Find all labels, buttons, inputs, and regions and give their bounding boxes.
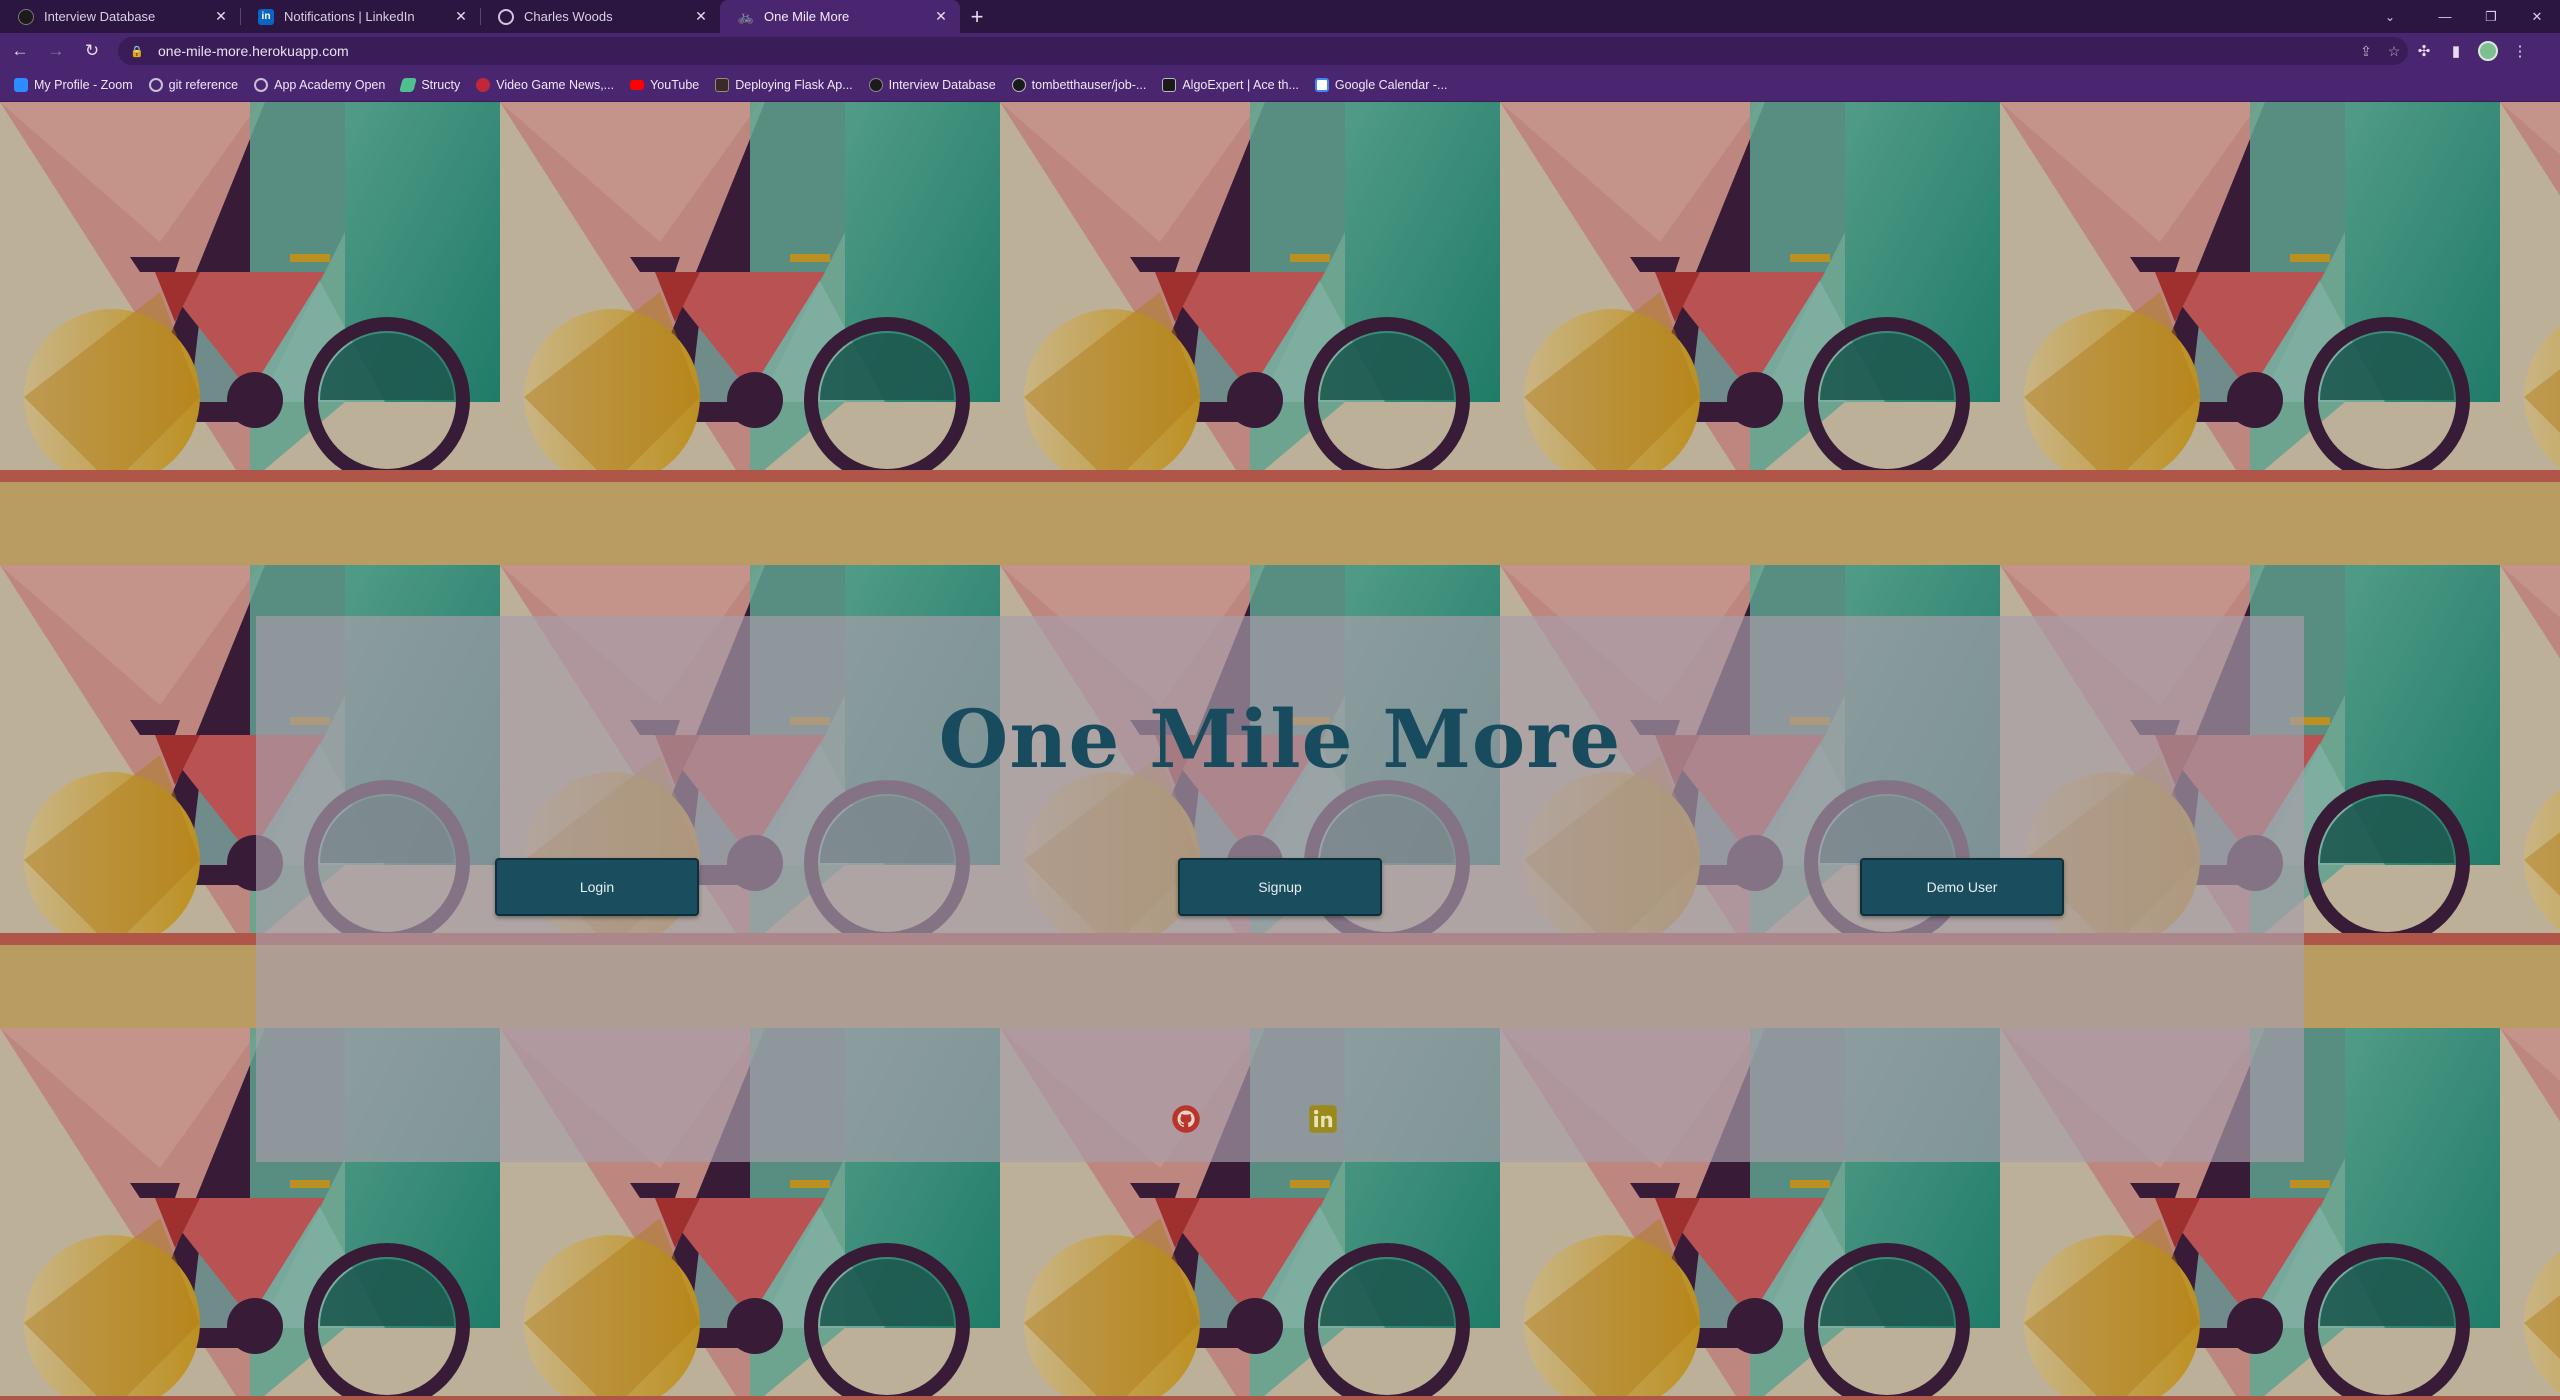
new-tab-button[interactable]: + [960, 0, 994, 33]
side-panel-icon[interactable]: ▮ [2440, 35, 2472, 67]
bookmark-label: Video Game News,... [496, 78, 615, 92]
page-viewport: One Mile More Login Signup Demo User [0, 102, 2560, 1400]
bookmark-label: Deploying Flask Ap... [735, 78, 853, 92]
github-link[interactable] [1169, 1102, 1203, 1136]
globe-icon [254, 78, 269, 92]
landing-card: One Mile More Login Signup Demo User [256, 616, 2304, 1162]
globe-icon [498, 8, 514, 25]
forward-button[interactable]: → [40, 35, 72, 67]
star-icon[interactable]: ☆ [2380, 43, 2408, 60]
bookmark-label: My Profile - Zoom [34, 78, 133, 92]
chevron-down-icon[interactable]: ⌄ [2370, 0, 2410, 33]
extensions-icon[interactable]: ✣ [2408, 35, 2440, 67]
bookmark-item[interactable]: AlgoExpert | Ace th... [1162, 78, 1299, 92]
algoexpert-icon [1162, 78, 1177, 92]
bookmark-label: Structy [421, 78, 461, 92]
avatar [2478, 41, 2498, 61]
app-icon [18, 8, 34, 25]
url-text: one-mile-more.herokuapp.com [158, 43, 349, 59]
tab-linkedin[interactable]: in Notifications | LinkedIn ✕ [240, 0, 480, 33]
linkedin-icon: in [258, 8, 274, 25]
bookmark-item[interactable]: tombetthauser/job-... [1011, 78, 1147, 92]
window-controls: — ❐ ✕ [2422, 0, 2560, 33]
tab-title: One Mile More [764, 9, 850, 24]
demo-user-button[interactable]: Demo User [1860, 858, 2064, 916]
structy-icon [399, 78, 418, 92]
tab-strip: Interview Database ✕ in Notifications | … [0, 0, 2560, 33]
login-button[interactable]: Login [495, 858, 699, 916]
github-icon [1172, 1105, 1200, 1133]
profile-button[interactable] [2472, 35, 2504, 67]
close-window-button[interactable]: ✕ [2514, 0, 2560, 33]
signup-button[interactable]: Signup [1178, 858, 1382, 916]
tab-title: Interview Database [44, 9, 156, 24]
youtube-icon [630, 80, 645, 90]
globe-icon [148, 78, 163, 92]
bicycle-icon: 🚲 [737, 8, 755, 24]
bookmark-item[interactable]: Interview Database [868, 78, 996, 92]
bookmark-item[interactable]: Google Calendar -... [1314, 78, 1448, 92]
lock-icon[interactable]: 🔒 [130, 45, 144, 58]
zoom-icon [14, 78, 28, 92]
linkedin-link[interactable] [1306, 1102, 1340, 1136]
bookmark-item[interactable]: Deploying Flask Ap... [715, 78, 853, 92]
tab-one-mile-more[interactable]: 🚲 One Mile More ✕ [720, 0, 960, 33]
bookmark-item[interactable]: Video Game News,... [476, 78, 614, 92]
minimize-button[interactable]: — [2422, 0, 2468, 33]
more-menu-icon[interactable]: ⋮ [2504, 35, 2536, 67]
linkedin-icon [1309, 1105, 1337, 1133]
page-title: One Mile More [938, 692, 1622, 786]
close-icon[interactable]: ✕ [932, 8, 950, 25]
back-button[interactable]: ← [4, 35, 36, 67]
tab-title: Notifications | LinkedIn [284, 9, 415, 24]
tab-charles-woods[interactable]: Charles Woods ✕ [480, 0, 720, 33]
doc-icon [715, 78, 730, 92]
github-icon [1011, 78, 1026, 92]
restore-button[interactable]: ❐ [2468, 0, 2514, 33]
bookmark-label: App Academy Open [274, 78, 386, 92]
bookmark-label: YouTube [650, 78, 700, 92]
share-icon[interactable]: ⇪ [2352, 43, 2380, 60]
bookmark-label: Google Calendar -... [1334, 78, 1448, 92]
bookmark-item[interactable]: App Academy Open [254, 78, 385, 92]
bookmark-item[interactable]: Structy [399, 78, 461, 92]
bookmark-label: Interview Database [888, 78, 996, 92]
news-icon [476, 78, 491, 92]
bookmark-label: tombetthauser/job-... [1031, 78, 1147, 92]
tab-interview-database[interactable]: Interview Database ✕ [0, 0, 240, 33]
bookmark-item[interactable]: git reference [148, 78, 239, 92]
app-icon [868, 78, 883, 92]
bookmarks-bar: My Profile - Zoom git reference App Acad… [0, 69, 2560, 102]
bookmark-item[interactable]: YouTube [630, 78, 699, 92]
close-icon[interactable]: ✕ [212, 8, 230, 25]
address-bar[interactable]: 🔒 one-mile-more.herokuapp.com ⇪ ☆ [118, 37, 2408, 65]
close-icon[interactable]: ✕ [452, 8, 470, 25]
close-icon[interactable]: ✕ [692, 8, 710, 25]
calendar-icon [1314, 78, 1329, 92]
bookmark-label: git reference [168, 78, 239, 92]
bookmark-label: AlgoExpert | Ace th... [1182, 78, 1299, 92]
tab-title: Charles Woods [524, 9, 613, 24]
reload-button[interactable]: ↻ [76, 35, 108, 67]
browser-toolbar: ← → ↻ 🔒 one-mile-more.herokuapp.com ⇪ ☆ … [0, 33, 2560, 69]
bookmark-item[interactable]: My Profile - Zoom [14, 78, 133, 92]
